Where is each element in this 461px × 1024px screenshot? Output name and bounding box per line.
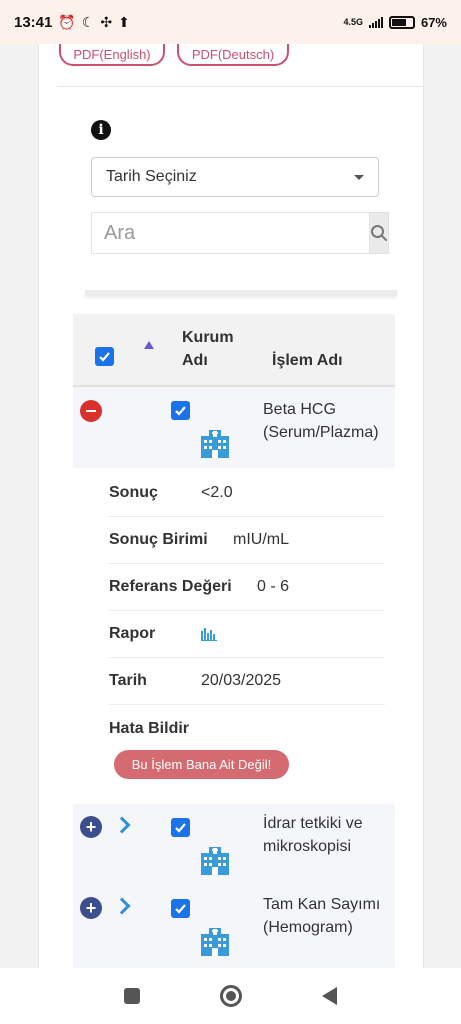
back-button[interactable] bbox=[322, 987, 337, 1005]
reference-value: 0 - 6 bbox=[257, 578, 290, 595]
detail-date: Tarih 20/03/2025 bbox=[109, 658, 385, 705]
system-nav-bar bbox=[0, 968, 461, 1024]
hospital-icon bbox=[201, 847, 229, 875]
fan-icon: ✣ bbox=[100, 13, 113, 30]
search-icon bbox=[371, 225, 387, 241]
row-checkbox[interactable] bbox=[171, 899, 190, 918]
date-value: 20/03/2025 bbox=[201, 672, 282, 689]
divider bbox=[57, 86, 423, 87]
status-right: 4.5G 67% bbox=[343, 15, 447, 30]
pdf-deutsch-button[interactable]: PDF(Deutsch) bbox=[177, 44, 289, 66]
detail-error: Hata Bildir bbox=[109, 705, 385, 752]
table-row[interactable]: Beta HCG (Serum/Plazma) bbox=[73, 387, 395, 468]
procedure-line1: Tam Kan Sayımı bbox=[263, 896, 381, 913]
battery-icon bbox=[388, 15, 415, 29]
signal-icon bbox=[368, 16, 383, 28]
check-icon bbox=[175, 406, 186, 416]
home-button[interactable] bbox=[220, 985, 242, 1007]
detail-reference: Referans Değeri 0 - 6 bbox=[109, 564, 385, 611]
table-header: Kurum Adı İşlem Adı bbox=[73, 314, 395, 387]
expand-button[interactable]: + bbox=[80, 816, 102, 838]
upload-icon: ⬆ bbox=[118, 13, 130, 30]
battery-level: 67% bbox=[420, 14, 447, 30]
status-time: 13:41 bbox=[14, 13, 53, 31]
result-value: <2.0 bbox=[201, 484, 233, 501]
hospital-icon bbox=[201, 430, 229, 458]
procedure-name: İdrar tetkiki ve mikroskopisi bbox=[263, 812, 363, 858]
check-icon bbox=[175, 904, 186, 914]
row-checkbox[interactable] bbox=[171, 818, 190, 837]
moon-icon: ☾ bbox=[81, 13, 95, 30]
date-label: Tarih bbox=[109, 672, 147, 689]
procedure-name: Tam Kan Sayımı (Hemogram) bbox=[263, 893, 380, 939]
bar-chart-icon[interactable] bbox=[201, 627, 217, 641]
select-all-checkbox[interactable] bbox=[95, 347, 114, 366]
search-button[interactable] bbox=[369, 212, 389, 254]
procedure-line2: mikroskopisi bbox=[263, 838, 352, 855]
results-card: PDF(English) PDF(Deutsch) i Tarih Seçini… bbox=[38, 44, 424, 970]
result-label: Sonuç bbox=[109, 484, 158, 501]
not-my-procedure-button[interactable]: Bu İşlem Bana Ait Değil! bbox=[114, 750, 289, 779]
check-icon bbox=[99, 352, 110, 362]
unit-label: Sonuç Birimi bbox=[109, 531, 208, 548]
table-row[interactable]: + Tam Kan Sayımı (Hemogram) bbox=[73, 885, 395, 970]
network-label: 4.5G bbox=[343, 17, 363, 27]
header-procedure[interactable]: İşlem Adı bbox=[272, 349, 343, 372]
pdf-english-button[interactable]: PDF(English) bbox=[59, 44, 165, 66]
procedure-name: Beta HCG (Serum/Plazma) bbox=[263, 398, 379, 444]
alarm-icon: ⏰ bbox=[58, 13, 76, 30]
error-label: Hata Bildir bbox=[109, 719, 190, 737]
detail-result: Sonuç <2.0 bbox=[109, 470, 385, 517]
caret-down-icon bbox=[354, 175, 364, 180]
search-input[interactable] bbox=[91, 212, 369, 254]
recent-apps-button[interactable] bbox=[124, 988, 140, 1004]
detail-report: Rapor bbox=[109, 611, 385, 658]
procedure-line1: Beta HCG bbox=[263, 401, 336, 418]
expand-button[interactable]: + bbox=[80, 897, 102, 919]
date-select-value: Tarih Seçiniz bbox=[106, 168, 197, 185]
detail-unit: Sonuç Birimi mIU/mL bbox=[109, 517, 385, 564]
date-select[interactable]: Tarih Seçiniz bbox=[91, 157, 379, 197]
row-checkbox[interactable] bbox=[171, 401, 190, 420]
search-bar bbox=[91, 212, 389, 254]
check-icon bbox=[175, 823, 186, 833]
scrollbar-track[interactable] bbox=[85, 290, 397, 296]
procedure-line1: İdrar tetkiki ve bbox=[263, 815, 363, 832]
status-icons: ⏰ ☾ ✣ ⬆ bbox=[58, 14, 129, 31]
hospital-icon bbox=[201, 928, 229, 956]
procedure-line2: (Serum/Plazma) bbox=[263, 424, 379, 441]
header-institution-line2: Adı bbox=[182, 352, 208, 369]
header-institution[interactable]: Kurum Adı bbox=[182, 326, 234, 372]
table-row[interactable]: + İdrar tetkiki ve mikroskopisi bbox=[73, 804, 395, 885]
unit-value: mIU/mL bbox=[233, 531, 289, 548]
header-institution-line1: Kurum bbox=[182, 329, 234, 346]
sort-asc-icon[interactable] bbox=[144, 341, 154, 349]
chevron-right-icon[interactable] bbox=[113, 897, 131, 915]
info-icon[interactable]: i bbox=[91, 120, 111, 140]
collapse-button[interactable] bbox=[80, 400, 102, 422]
report-label: Rapor bbox=[109, 625, 156, 642]
chevron-right-icon[interactable] bbox=[113, 816, 131, 834]
reference-label: Referans Değeri bbox=[109, 578, 232, 595]
procedure-line2: (Hemogram) bbox=[263, 919, 353, 936]
status-bar: 13:41 ⏰ ☾ ✣ ⬆ 4.5G 67% bbox=[0, 0, 461, 44]
